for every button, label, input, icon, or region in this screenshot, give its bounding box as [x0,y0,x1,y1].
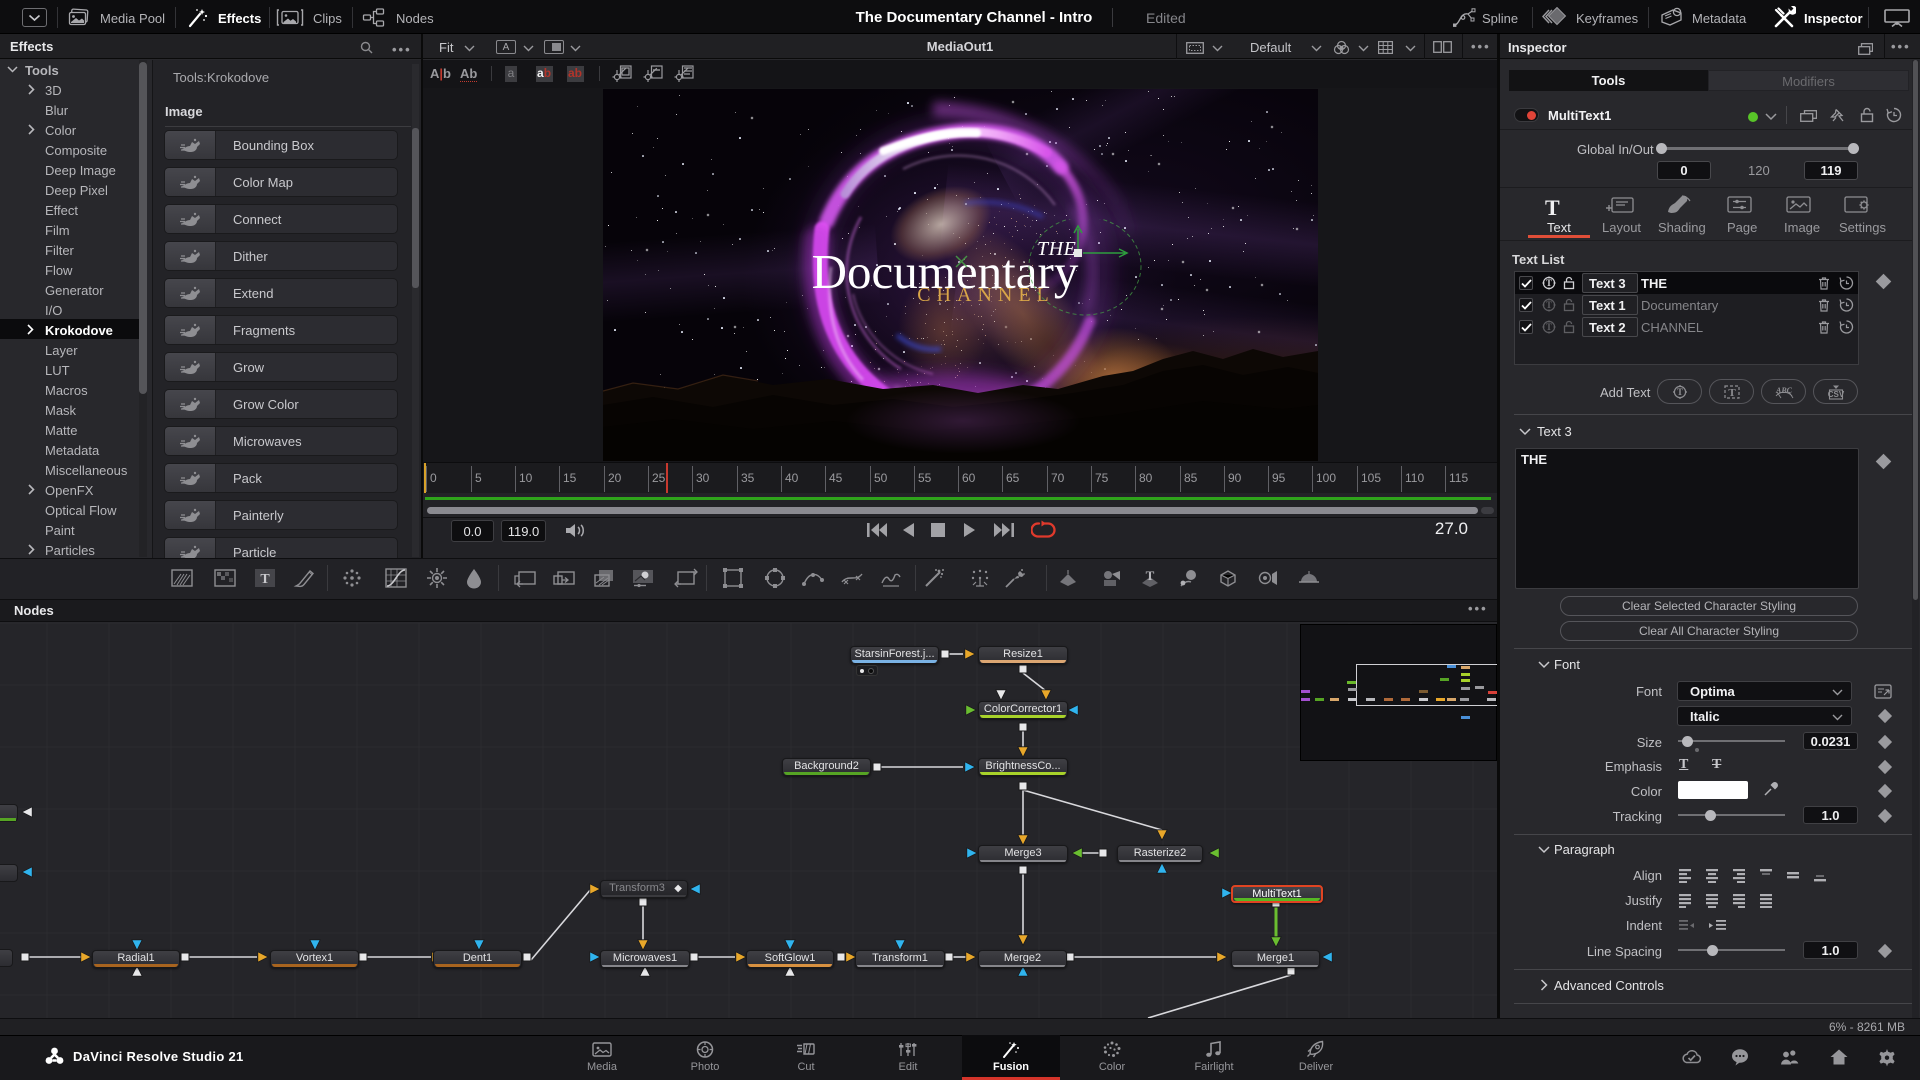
svg-text:T: T [1546,300,1552,310]
svg-text:T: T [1546,278,1552,288]
svg-text:T: T [1677,387,1683,397]
svg-text:T: T [1146,568,1155,583]
svg-text:T: T [1546,322,1552,332]
svg-text:T: T [1728,387,1736,399]
svg-text:T: T [260,572,270,587]
